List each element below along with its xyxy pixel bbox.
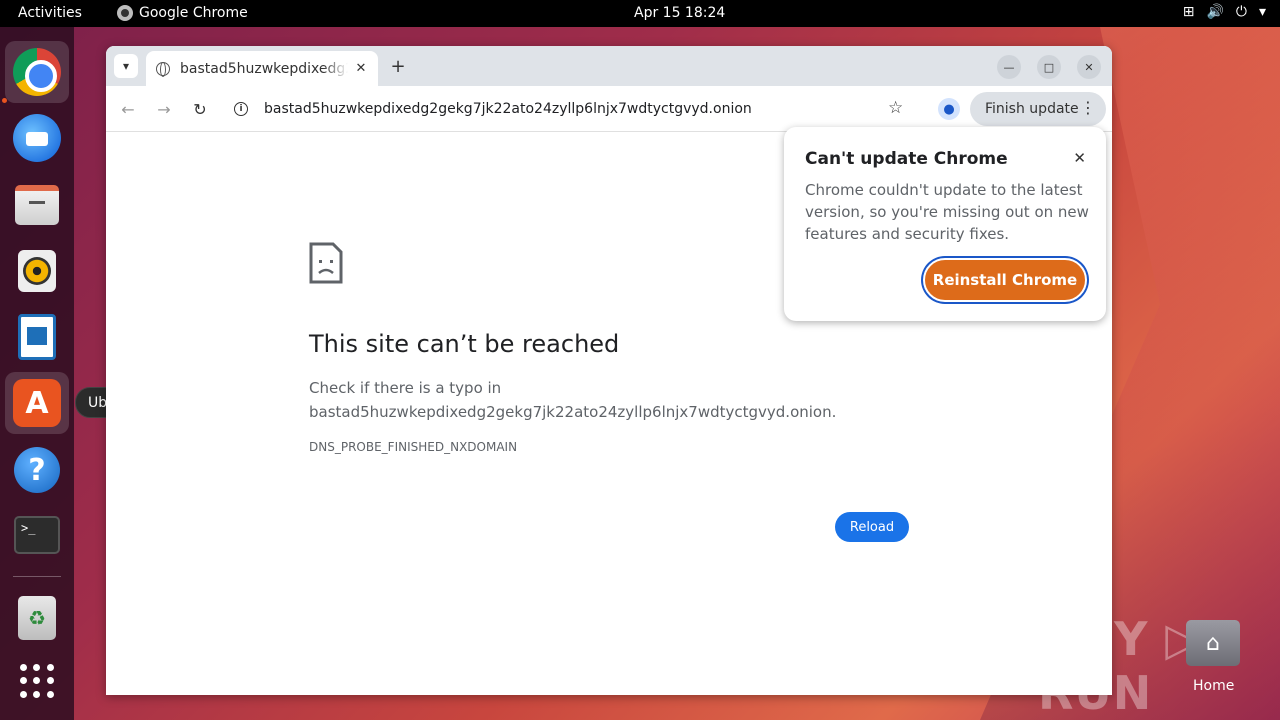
error-line-2: bastad5huzwkepdixedg2gekg7jk22ato24zyllp…	[309, 403, 837, 421]
rhythmbox-icon	[18, 250, 56, 292]
dock-item-rhythmbox[interactable]	[5, 240, 69, 302]
top-bar: Activities Google Chrome Apr 15 18:24 ⊞ …	[0, 0, 1280, 27]
close-icon: ✕	[1084, 60, 1094, 74]
app-grid-icon	[20, 664, 54, 698]
bubble-text: Chrome couldn't update to the latest ver…	[805, 181, 1089, 243]
app-menu[interactable]: Google Chrome	[117, 5, 248, 21]
tab-title: bastad5huzwkepdixedg2gekg7jk22ato24zyllp…	[180, 60, 348, 77]
tab-close-icon[interactable]: ✕	[352, 59, 370, 77]
reload-button[interactable]: Reload	[835, 512, 909, 542]
sad-page-icon	[309, 242, 343, 284]
minimize-icon: —	[1003, 60, 1015, 74]
finish-update-button[interactable]: Finish update ⋮	[970, 92, 1106, 126]
forward-button[interactable]: →	[153, 98, 175, 120]
tab-strip: ▾ bastad5huzwkepdixedg2gekg7jk22ato24zyl…	[106, 46, 1112, 86]
tray-menu-icon: ▾	[1258, 4, 1266, 20]
system-tray[interactable]: ⊞ 🔊 ⏻ ▾	[1183, 4, 1266, 20]
close-window-button[interactable]: ✕	[1077, 55, 1101, 79]
watermark: ANY ▷ RUN	[1038, 612, 1202, 720]
url-text[interactable]: bastad5huzwkepdixedg2gekg7jk22ato24zyllp…	[264, 101, 752, 117]
error-title: This site can’t be reached	[309, 330, 620, 358]
files-icon	[15, 185, 59, 225]
dock-item-thunderbird[interactable]	[5, 107, 69, 169]
terminal-icon: >_	[14, 516, 60, 554]
bubble-title: Can't update Chrome	[805, 149, 1008, 169]
dock-separator	[13, 576, 61, 577]
ubuntu-software-icon: A	[13, 379, 61, 427]
reload-icon: ↻	[193, 99, 207, 119]
home-folder-icon[interactable]: ⌂	[1186, 620, 1240, 666]
dock-item-show-apps[interactable]	[5, 650, 69, 712]
reinstall-chrome-button[interactable]: Reinstall Chrome	[923, 258, 1087, 302]
globe-icon	[156, 61, 170, 77]
arrow-right-icon: →	[157, 99, 171, 119]
bookmark-star-icon[interactable]: ☆	[888, 98, 903, 118]
dock-item-chrome[interactable]	[5, 41, 69, 103]
profile-icon[interactable]: ●	[938, 98, 960, 120]
bubble-close-icon[interactable]: ✕	[1073, 149, 1086, 167]
volume-icon: 🔊	[1206, 4, 1224, 20]
reload-toolbar-button[interactable]: ↻	[189, 98, 211, 120]
trash-icon: ♻	[18, 596, 56, 640]
plus-icon: +	[390, 55, 406, 77]
writer-icon	[18, 314, 56, 360]
dock: A ? >_ ♻	[0, 27, 74, 720]
network-icon: ⊞	[1182, 4, 1195, 20]
chrome-app-icon	[117, 5, 133, 21]
update-error-bubble: Can't update Chrome ✕ Chrome couldn't up…	[784, 127, 1106, 321]
chrome-icon	[13, 48, 61, 96]
app-name: Google Chrome	[139, 5, 248, 21]
new-tab-button[interactable]: +	[388, 55, 408, 77]
maximize-icon: □	[1043, 60, 1055, 74]
dock-item-ubuntu-software[interactable]: A	[5, 372, 69, 434]
clock[interactable]: Apr 15 18:24	[634, 5, 725, 21]
kebab-menu-icon[interactable]: ⋮	[1080, 99, 1096, 117]
activities-button[interactable]: Activities	[18, 5, 82, 21]
error-line-1: Check if there is a typo in	[309, 379, 502, 397]
power-icon: ⏻	[1235, 4, 1247, 20]
error-code: DNS_PROBE_FINISHED_NXDOMAIN	[309, 440, 518, 454]
dock-item-help[interactable]: ?	[5, 439, 69, 501]
info-icon[interactable]: i	[234, 102, 248, 116]
dock-item-writer[interactable]	[5, 306, 69, 368]
tab-active[interactable]: bastad5huzwkepdixedg2gekg7jk22ato24zyllp…	[146, 51, 378, 86]
dock-item-trash[interactable]: ♻	[5, 587, 69, 649]
maximize-button[interactable]: □	[1037, 55, 1061, 79]
error-description: Check if there is a typo in bastad5huzwk…	[309, 376, 836, 424]
help-icon: ?	[14, 447, 60, 493]
home-folder-label[interactable]: Home	[1193, 678, 1234, 694]
tab-search-button[interactable]: ▾	[114, 54, 138, 78]
thunderbird-icon	[13, 114, 61, 162]
dock-item-terminal[interactable]: >_	[5, 504, 69, 566]
minimize-button[interactable]: —	[997, 55, 1021, 79]
dock-item-files[interactable]	[5, 174, 69, 236]
arrow-left-icon: ←	[121, 99, 135, 119]
address-bar[interactable]: i bastad5huzwkepdixedg2gekg7jk22ato24zyl…	[230, 92, 920, 126]
finish-update-label: Finish update	[985, 101, 1079, 117]
browser-toolbar: ← → ↻ i bastad5huzwkepdixedg2gekg7jk22at…	[106, 86, 1112, 132]
chevron-down-icon: ▾	[122, 59, 130, 73]
back-button[interactable]: ←	[117, 98, 139, 120]
